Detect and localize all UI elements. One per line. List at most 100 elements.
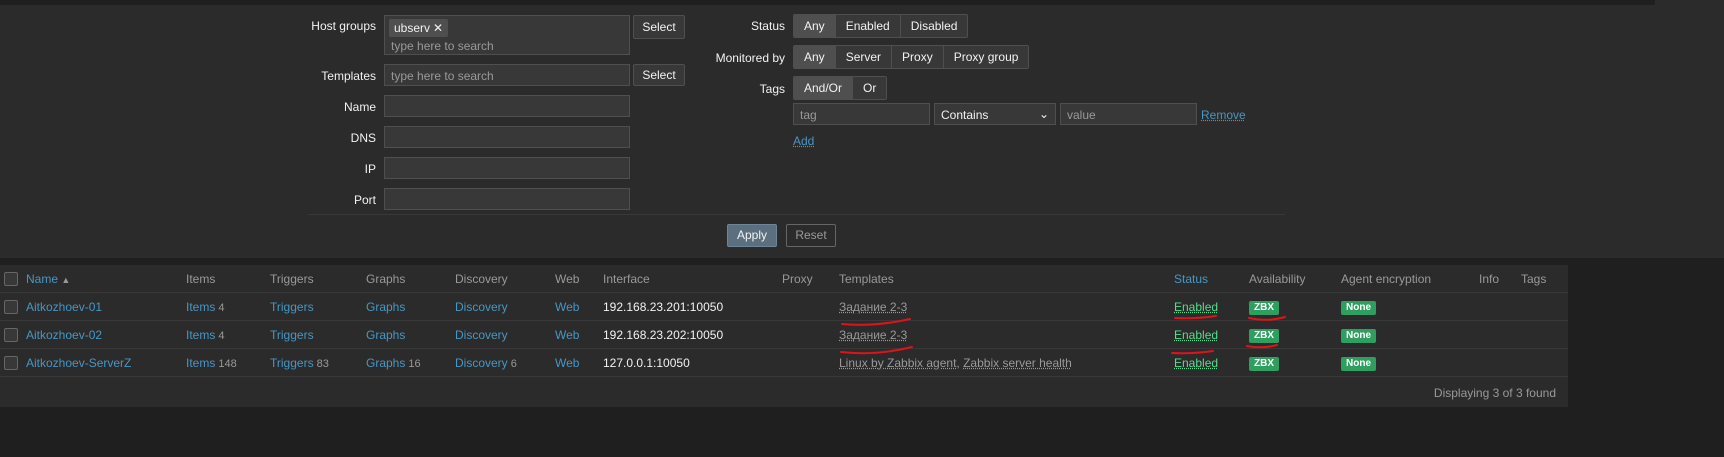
status-label: Status (750, 19, 785, 33)
row-checkbox[interactable] (4, 300, 18, 314)
host-groups-label: Host groups (311, 19, 376, 33)
right-tail (1568, 265, 1724, 457)
dns-input[interactable] (384, 126, 630, 148)
graphs-link[interactable]: Graphs (366, 356, 405, 370)
footer-band (0, 407, 1568, 457)
discovery-link[interactable]: Discovery (455, 328, 508, 342)
template-link[interactable]: Linux by Zabbix agent (839, 356, 956, 370)
discovery-link[interactable]: Discovery (455, 356, 508, 370)
tag-add-link[interactable]: Add (793, 134, 814, 148)
header-proxy: Proxy (782, 272, 813, 286)
tag-remove-link[interactable]: Remove (1201, 108, 1246, 122)
header-items: Items (186, 272, 216, 286)
items-link[interactable]: Items (186, 328, 215, 342)
tag-input[interactable]: tag (793, 103, 930, 125)
table-header: Name ▲ Items Triggers Graphs Discovery W… (0, 265, 1568, 293)
triggers-cell: Triggers 83 (270, 356, 329, 370)
templates-input[interactable]: type here to search (384, 64, 630, 86)
chip-remove-icon[interactable]: ✕ (433, 21, 443, 35)
items-count: 148 (218, 358, 237, 370)
filter-panel: Host groups ubserv ✕ type here to search … (0, 5, 1655, 282)
tag-operator-select[interactable]: Contains ⌄ (934, 103, 1056, 125)
tag-operator-value: Contains (941, 108, 989, 122)
items-link[interactable]: Items (186, 300, 215, 314)
items-cell: Items 4 (186, 328, 224, 342)
web-link[interactable]: Web (555, 300, 579, 314)
header-info: Info (1479, 272, 1500, 286)
status-toggle[interactable]: Enabled (1174, 328, 1218, 342)
select-all-checkbox[interactable] (4, 272, 18, 286)
web-link[interactable]: Web (555, 356, 579, 370)
tags-option-and-or[interactable]: And/Or (794, 77, 853, 99)
availability-badge: ZBX (1249, 357, 1279, 371)
status-toggle[interactable]: Enabled (1174, 356, 1218, 370)
header-agent-encryption: Agent encryption (1341, 272, 1432, 286)
monitored-option-server[interactable]: Server (834, 46, 892, 68)
row-checkbox[interactable] (4, 328, 18, 342)
monitored-option-proxy-group[interactable]: Proxy group (942, 46, 1029, 68)
tag-value-input[interactable]: value (1060, 103, 1197, 125)
header-templates: Templates (839, 272, 894, 286)
name-label: Name (343, 100, 376, 114)
templates-placeholder: type here to search (391, 69, 494, 83)
host-groups-placeholder: type here to search (391, 39, 494, 53)
interface-value: 192.168.23.202:10050 (603, 328, 724, 342)
sort-asc-icon: ▲ (61, 275, 71, 285)
triggers-count: 83 (316, 358, 329, 370)
status-option-disabled[interactable]: Disabled (899, 15, 968, 37)
discovery-count: 6 (510, 358, 517, 370)
availability-badge: ZBX (1249, 301, 1279, 315)
reset-button[interactable]: Reset (786, 224, 836, 247)
table-row: Aitkozhoev-01 Items 4 Triggers Graphs Dis… (0, 293, 1568, 321)
tag-placeholder: tag (800, 108, 817, 122)
triggers-link[interactable]: Triggers (270, 356, 314, 370)
header-status[interactable]: Status (1174, 272, 1208, 286)
host-group-chip: ubserv ✕ (389, 19, 449, 37)
encryption-badge: None (1341, 357, 1376, 371)
items-link[interactable]: Items (186, 356, 215, 370)
header-name[interactable]: Name ▲ (26, 272, 70, 286)
hosts-table: Name ▲ Items Triggers Graphs Discovery W… (0, 265, 1568, 457)
header-web: Web (555, 272, 580, 286)
interface-value: 127.0.0.1:10050 (603, 356, 690, 370)
graphs-link[interactable]: Graphs (366, 300, 405, 314)
encryption-badge: None (1341, 329, 1376, 343)
right-gutter (1655, 0, 1724, 290)
status-toggle[interactable]: Enabled (1174, 300, 1218, 314)
template-link[interactable]: Задание 2-3 (839, 300, 907, 314)
graphs-count: 16 (408, 358, 421, 370)
header-interface: Interface (603, 272, 650, 286)
host-name-link[interactable]: Aitkozhoev-01 (26, 300, 102, 314)
monitored-option-proxy[interactable]: Proxy (891, 46, 943, 68)
host-name-link[interactable]: Aitkozhoev-ServerZ (26, 356, 131, 370)
tags-option-or[interactable]: Or (852, 77, 887, 99)
host-groups-input[interactable]: ubserv ✕ type here to search (384, 15, 630, 55)
row-checkbox[interactable] (4, 356, 18, 370)
status-segmented: Any Enabled Disabled (793, 14, 969, 38)
status-option-enabled[interactable]: Enabled (834, 15, 900, 37)
table-row: Aitkozhoev-02 Items 4 Triggers Graphs Dis… (0, 321, 1568, 349)
template-link[interactable]: Задание 2-3 (839, 328, 907, 342)
header-graphs: Graphs (366, 272, 406, 286)
header-availability: Availability (1249, 272, 1306, 286)
name-input[interactable] (384, 95, 630, 117)
triggers-link[interactable]: Triggers (270, 300, 314, 314)
ip-input[interactable] (384, 157, 630, 179)
status-option-any[interactable]: Any (794, 15, 835, 37)
web-link[interactable]: Web (555, 328, 579, 342)
graphs-link[interactable]: Graphs (366, 328, 405, 342)
port-input[interactable] (384, 188, 630, 210)
graphs-cell: Graphs 16 (366, 356, 421, 370)
header-discovery: Discovery (455, 272, 508, 286)
interface-value: 192.168.23.201:10050 (603, 300, 724, 314)
tags-label: Tags (759, 82, 785, 96)
header-tags: Tags (1521, 272, 1547, 286)
discovery-link[interactable]: Discovery (455, 300, 508, 314)
availability-badge: ZBX (1249, 329, 1279, 343)
template-link[interactable]: Zabbix server health (963, 356, 1072, 370)
templates-cell: Linux by Zabbix agent, Zabbix server hea… (839, 356, 1072, 370)
host-name-link[interactable]: Aitkozhoev-02 (26, 328, 102, 342)
apply-button[interactable]: Apply (727, 224, 777, 247)
triggers-link[interactable]: Triggers (270, 328, 314, 342)
monitored-option-any[interactable]: Any (794, 46, 835, 68)
